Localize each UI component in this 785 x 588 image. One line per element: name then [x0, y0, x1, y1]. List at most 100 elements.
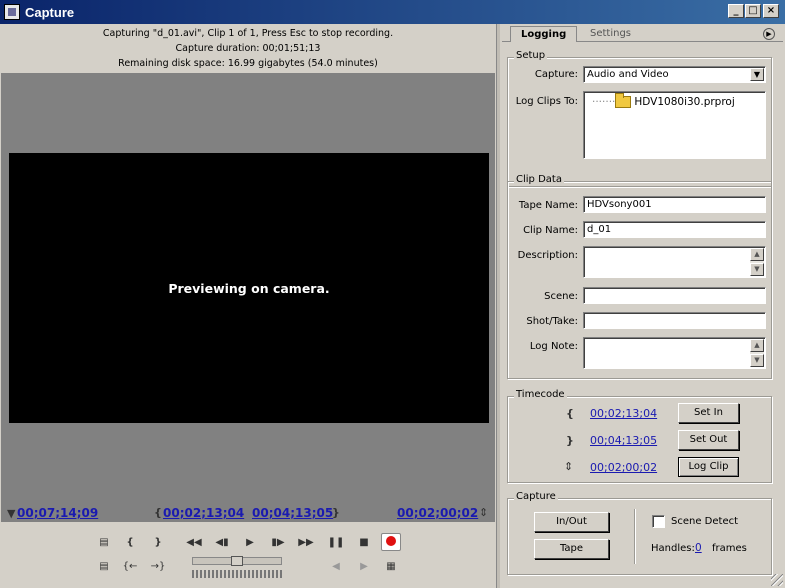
- in-point-timecode[interactable]: 00;02;13;04: [163, 506, 244, 520]
- jog-slider[interactable]: [192, 556, 282, 566]
- capture-label: Capture:: [534, 69, 578, 80]
- chevron-down-icon[interactable]: ▼: [750, 68, 764, 81]
- setup-group: Setup Capture: Audio and Video ▼ Log Cli…: [507, 50, 772, 187]
- description-scrollbar[interactable]: ▲ ▼: [750, 248, 764, 276]
- description-input[interactable]: ▲ ▼: [583, 246, 766, 278]
- set-out-clapper-icon[interactable]: ▤: [94, 558, 114, 576]
- scroll-down-icon[interactable]: ▼: [750, 263, 764, 276]
- capture-separator: [634, 509, 636, 564]
- capture-group-label: Capture: [514, 491, 558, 502]
- duration-timecode[interactable]: 00;02;00;02: [397, 506, 478, 520]
- scene-search-icon[interactable]: ▦: [381, 558, 401, 576]
- tape-name-input[interactable]: HDVsony001: [583, 196, 766, 213]
- rewind-button[interactable]: ◀◀: [184, 534, 204, 552]
- tape-capture-button[interactable]: Tape: [534, 539, 609, 559]
- tab-settings[interactable]: Settings: [580, 26, 641, 42]
- status-line-capturing: Capturing "d_01.avi", Clip 1 of 1, Press…: [102, 28, 394, 39]
- window-controls: _ □ ×: [727, 4, 779, 18]
- record-icon: [386, 536, 396, 546]
- scene-label: Scene:: [544, 291, 578, 302]
- timecode-duration-value[interactable]: 00;02;00;02: [590, 461, 657, 474]
- logging-panel: Logging Settings ▶ Setup Capture: Audio …: [500, 24, 785, 588]
- set-out-button[interactable]: }: [148, 534, 168, 552]
- app-icon: [4, 4, 20, 20]
- setup-group-label: Setup: [514, 50, 548, 61]
- log-clip-button[interactable]: Log Clip: [678, 457, 739, 477]
- timecode-group-label: Timecode: [514, 389, 567, 400]
- clip-name-input[interactable]: d_01: [583, 221, 766, 238]
- window-title: Capture: [25, 4, 75, 20]
- folder-icon: [615, 93, 632, 108]
- previous-scene-button[interactable]: ◀: [326, 558, 346, 576]
- timecode-bar: ▼ 00;07;14;09 { 00;02;13;04 00;04;13;05 …: [0, 504, 496, 524]
- description-label: Description:: [517, 250, 578, 261]
- step-back-button[interactable]: ◀▮: [212, 534, 232, 552]
- preview-area: Previewing on camera.: [1, 73, 495, 522]
- go-to-out-button[interactable]: →}: [148, 558, 168, 576]
- log-note-scrollbar[interactable]: ▲ ▼: [750, 339, 764, 367]
- transport-controls: ▤ { } ▤ {← →} ◀◀ ◀▮ ▶ ▮▶ ▶▶ ❚❚ ■ ◀ ▶ ▦: [90, 530, 410, 580]
- current-timecode[interactable]: 00;07;14;09: [17, 506, 98, 520]
- clip-data-group: Clip Data Tape Name: HDVsony001 Clip Nam…: [507, 174, 772, 379]
- scroll-up-icon[interactable]: ▲: [750, 339, 764, 352]
- tab-logging[interactable]: Logging: [510, 26, 578, 42]
- next-scene-button[interactable]: ▶: [354, 558, 374, 576]
- capture-select[interactable]: Audio and Video ▼: [583, 66, 766, 83]
- close-button[interactable]: ×: [763, 4, 779, 18]
- stop-button[interactable]: ■: [354, 534, 374, 552]
- clip-name-label: Clip Name:: [523, 225, 578, 236]
- record-button[interactable]: [381, 533, 401, 551]
- set-in-button[interactable]: Set In: [678, 403, 739, 423]
- set-out-button[interactable]: Set Out: [678, 430, 739, 450]
- fast-forward-button[interactable]: ▶▶: [296, 534, 316, 552]
- go-to-in-button[interactable]: {←: [120, 558, 140, 576]
- log-clips-to-label: Log Clips To:: [515, 96, 578, 107]
- in-point-icon: {: [566, 407, 574, 420]
- timecode-out-value[interactable]: 00;04;13;05: [590, 434, 657, 447]
- in-out-capture-button[interactable]: In/Out: [534, 512, 609, 532]
- capture-select-value: Audio and Video: [587, 69, 669, 80]
- out-point-timecode[interactable]: 00;04;13;05: [252, 506, 333, 520]
- resize-grip-icon[interactable]: [771, 574, 783, 586]
- set-in-clapper-icon[interactable]: ▤: [94, 534, 114, 552]
- panel-menu-icon[interactable]: ▶: [763, 28, 775, 40]
- tape-name-label: Tape Name:: [518, 200, 578, 211]
- shot-take-label: Shot/Take:: [526, 316, 578, 327]
- project-name: HDV1080i30.prproj: [634, 96, 735, 108]
- jog-knob[interactable]: [231, 556, 243, 566]
- scene-detect-checkbox[interactable]: [652, 515, 665, 528]
- current-time-marker-icon: ▼: [7, 507, 16, 520]
- status-line-duration: Capture duration: 00;01;51;13: [175, 43, 321, 54]
- pause-button[interactable]: ❚❚: [326, 534, 346, 552]
- frames-label: frames: [712, 543, 747, 554]
- timecode-group: Timecode { 00;02;13;04 Set In } 00;04;13…: [507, 389, 772, 483]
- capture-status: Capturing "d_01.avi", Clip 1 of 1, Press…: [0, 26, 496, 71]
- log-note-label: Log Note:: [529, 341, 578, 352]
- shot-take-input[interactable]: [583, 312, 766, 329]
- scroll-down-icon[interactable]: ▼: [750, 354, 764, 367]
- scene-input[interactable]: [583, 287, 766, 304]
- preview-screen: Previewing on camera.: [9, 153, 489, 423]
- log-note-input[interactable]: ▲ ▼: [583, 337, 766, 369]
- minimize-button[interactable]: _: [728, 4, 744, 18]
- scroll-up-icon[interactable]: ▲: [750, 248, 764, 261]
- in-point-icon: {: [154, 506, 162, 519]
- shuttle-control[interactable]: [192, 570, 282, 578]
- title-bar: Capture _ □ ×: [0, 0, 785, 24]
- scene-detect-label: Scene Detect: [671, 516, 739, 527]
- out-point-icon: }: [332, 506, 340, 519]
- play-button[interactable]: ▶: [240, 534, 260, 552]
- out-point-icon: }: [566, 434, 574, 447]
- log-clips-to-tree[interactable]: ······· HDV1080i30.prproj: [583, 91, 766, 159]
- status-line-disk-space: Remaining disk space: 16.99 gigabytes (5…: [118, 58, 378, 69]
- capture-monitor: Capturing "d_01.avi", Clip 1 of 1, Press…: [0, 24, 496, 588]
- timecode-in-value[interactable]: 00;02;13;04: [590, 407, 657, 420]
- project-tree-item[interactable]: ······· HDV1080i30.prproj: [592, 93, 735, 108]
- capture-group: Capture In/Out Tape Scene Detect Handles…: [507, 491, 772, 575]
- handles-value[interactable]: 0: [695, 542, 702, 554]
- set-in-button[interactable]: {: [120, 534, 140, 552]
- step-forward-button[interactable]: ▮▶: [268, 534, 288, 552]
- panel-tabs: Logging Settings ▶: [502, 24, 783, 42]
- maximize-button[interactable]: □: [745, 4, 761, 18]
- preview-message: Previewing on camera.: [168, 280, 330, 296]
